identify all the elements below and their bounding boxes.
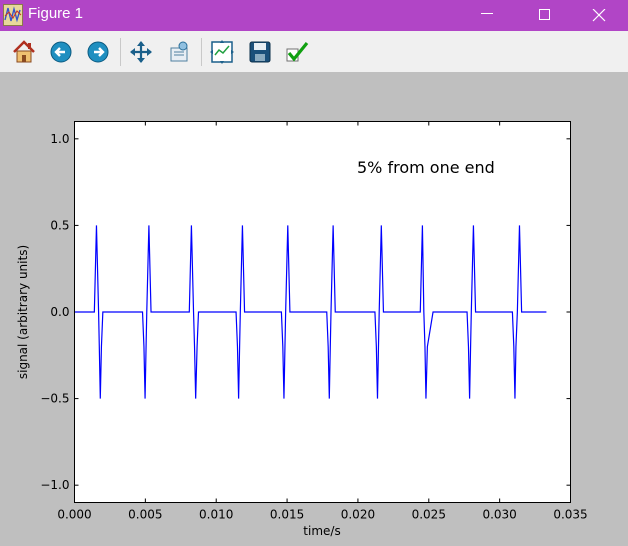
close-icon bbox=[592, 9, 606, 22]
checkmark-icon bbox=[286, 41, 309, 62]
zoom-button[interactable] bbox=[164, 37, 194, 67]
y-axis-label: signal (arbitrary units) bbox=[16, 245, 30, 379]
arrow-left-icon bbox=[50, 41, 72, 63]
move-icon bbox=[130, 41, 152, 63]
x-axis-label: time/s bbox=[303, 524, 340, 538]
x-tick-label: 0.010 bbox=[199, 508, 233, 522]
matplotlib-app-icon bbox=[3, 4, 23, 26]
pan-button[interactable] bbox=[126, 37, 156, 67]
configure-subplots-icon bbox=[210, 40, 234, 64]
back-button[interactable] bbox=[46, 37, 76, 67]
y-tick-label: 0.5 bbox=[50, 218, 69, 232]
plot-annotation: 5% from one end bbox=[357, 158, 495, 177]
arrow-right-icon bbox=[87, 41, 109, 63]
x-tick-label: 0.035 bbox=[553, 508, 587, 522]
y-tick-label: 1.0 bbox=[50, 132, 69, 146]
configure-subplots-button[interactable] bbox=[207, 37, 237, 67]
home-icon bbox=[13, 40, 35, 63]
minimize-icon bbox=[481, 13, 493, 14]
x-tick-label: 0.000 bbox=[57, 508, 91, 522]
title-bar: Figure 1 bbox=[0, 0, 628, 31]
maximize-button[interactable] bbox=[516, 0, 574, 31]
x-tick-label: 0.005 bbox=[128, 508, 162, 522]
line-chart: 0.000 0.005 0.010 0.015 0.020 0.025 0.030 0.035… bbox=[16, 121, 588, 538]
toolbar bbox=[0, 31, 628, 72]
y-tick-label: −1.0 bbox=[40, 478, 69, 492]
home-button[interactable] bbox=[9, 37, 39, 67]
forward-button[interactable] bbox=[83, 37, 113, 67]
save-icon bbox=[249, 41, 271, 63]
y-tick-label: −0.5 bbox=[40, 392, 69, 406]
x-tick-label: 0.030 bbox=[482, 508, 516, 522]
zoom-rect-icon bbox=[170, 41, 188, 62]
toolbar-separator bbox=[120, 38, 121, 66]
figure-canvas[interactable]: 0.000 0.005 0.010 0.015 0.020 0.025 0.030 0.035… bbox=[0, 72, 628, 546]
minimize-button[interactable] bbox=[458, 0, 516, 31]
edit-axis-button[interactable] bbox=[282, 37, 312, 67]
toolbar-separator bbox=[201, 38, 202, 66]
maximize-icon bbox=[539, 9, 550, 20]
save-button[interactable] bbox=[245, 37, 275, 67]
x-tick-label: 0.025 bbox=[412, 508, 446, 522]
y-tick-label: 0.0 bbox=[50, 305, 69, 319]
close-button[interactable] bbox=[570, 0, 628, 31]
window-title: Figure 1 bbox=[28, 5, 84, 22]
x-tick-label: 0.015 bbox=[270, 508, 304, 522]
x-tick-label: 0.020 bbox=[341, 508, 375, 522]
